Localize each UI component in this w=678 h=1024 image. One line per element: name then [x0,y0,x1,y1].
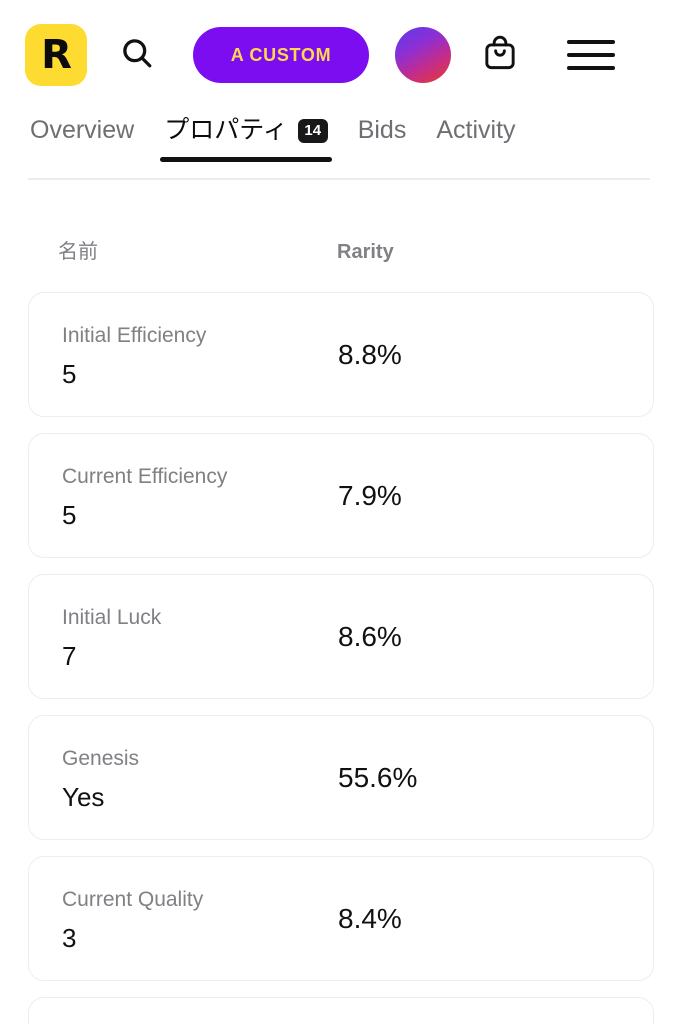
avatar[interactable] [395,27,451,83]
table-row[interactable]: Initial Efficiency 5 8.8% [28,292,654,417]
tab-overview-label: Overview [30,116,135,144]
property-rarity: 8.6% [338,621,402,652]
property-name: Genesis [62,747,140,770]
tab-properties[interactable]: プロパティ 14 [160,112,332,162]
property-rarity: 8.4% [338,903,402,934]
property-value: Yes [62,782,105,812]
properties-list: Initial Efficiency 5 8.8% Current Effici… [28,292,654,1024]
brand-logo[interactable]: R [25,24,87,86]
column-header-name: 名前 [58,241,98,263]
tab-bids-label: Bids [357,116,407,144]
create-custom-button[interactable]: A CUSTOM [193,27,369,83]
table-row[interactable]: Genesis Yes 55.6% [28,715,654,840]
tab-bids[interactable]: Bids [356,112,409,143]
property-name: Initial Efficiency [62,324,207,347]
cart-button[interactable] [477,30,523,80]
tab-properties-label: プロパティ [164,116,288,144]
hamburger-menu-icon-line-1 [567,40,615,44]
tab-activity[interactable]: Activity [434,112,517,143]
property-name: Initial Luck [62,606,162,629]
property-value: 7 [62,641,77,671]
column-header-rarity: Rarity [337,241,394,263]
property-value: 3 [62,923,77,953]
property-name: Current Quality [62,888,204,911]
property-rarity: 7.9% [338,480,402,511]
hamburger-menu-icon-line-3 [567,66,615,70]
table-row[interactable]: Current Efficiency 5 7.9% [28,433,654,558]
search-icon [119,35,155,76]
tab-properties-badge: 14 [297,118,328,143]
hamburger-menu-icon-line-2 [567,53,615,57]
shopping-bag-icon [482,34,518,77]
property-name: Current Efficiency [62,465,228,488]
properties-table-header: 名前 Rarity [0,238,678,278]
hamburger-menu-button[interactable] [567,35,615,75]
brand-logo-letter: R [41,32,72,78]
tab-activity-label: Activity [436,116,516,144]
property-value: 5 [62,359,77,389]
top-navigation-bar: R A CUSTOM [0,0,678,110]
table-row[interactable]: Current Quality 3 8.4% [28,856,654,981]
table-row[interactable]: Parity [28,997,654,1024]
tab-bar-divider [28,178,650,180]
property-value: 5 [62,500,77,530]
table-row[interactable]: Initial Luck 7 8.6% [28,574,654,699]
tab-bar: Overview プロパティ 14 Bids Activity [0,112,678,180]
app-page: R A CUSTOM Overview プロパティ 14 Bids Activi… [0,0,678,1024]
tab-overview[interactable]: Overview [28,112,136,143]
property-rarity: 8.8% [338,339,402,370]
search-button[interactable] [111,29,163,81]
active-tab-underline [160,157,332,162]
property-rarity: 55.6% [338,762,418,793]
